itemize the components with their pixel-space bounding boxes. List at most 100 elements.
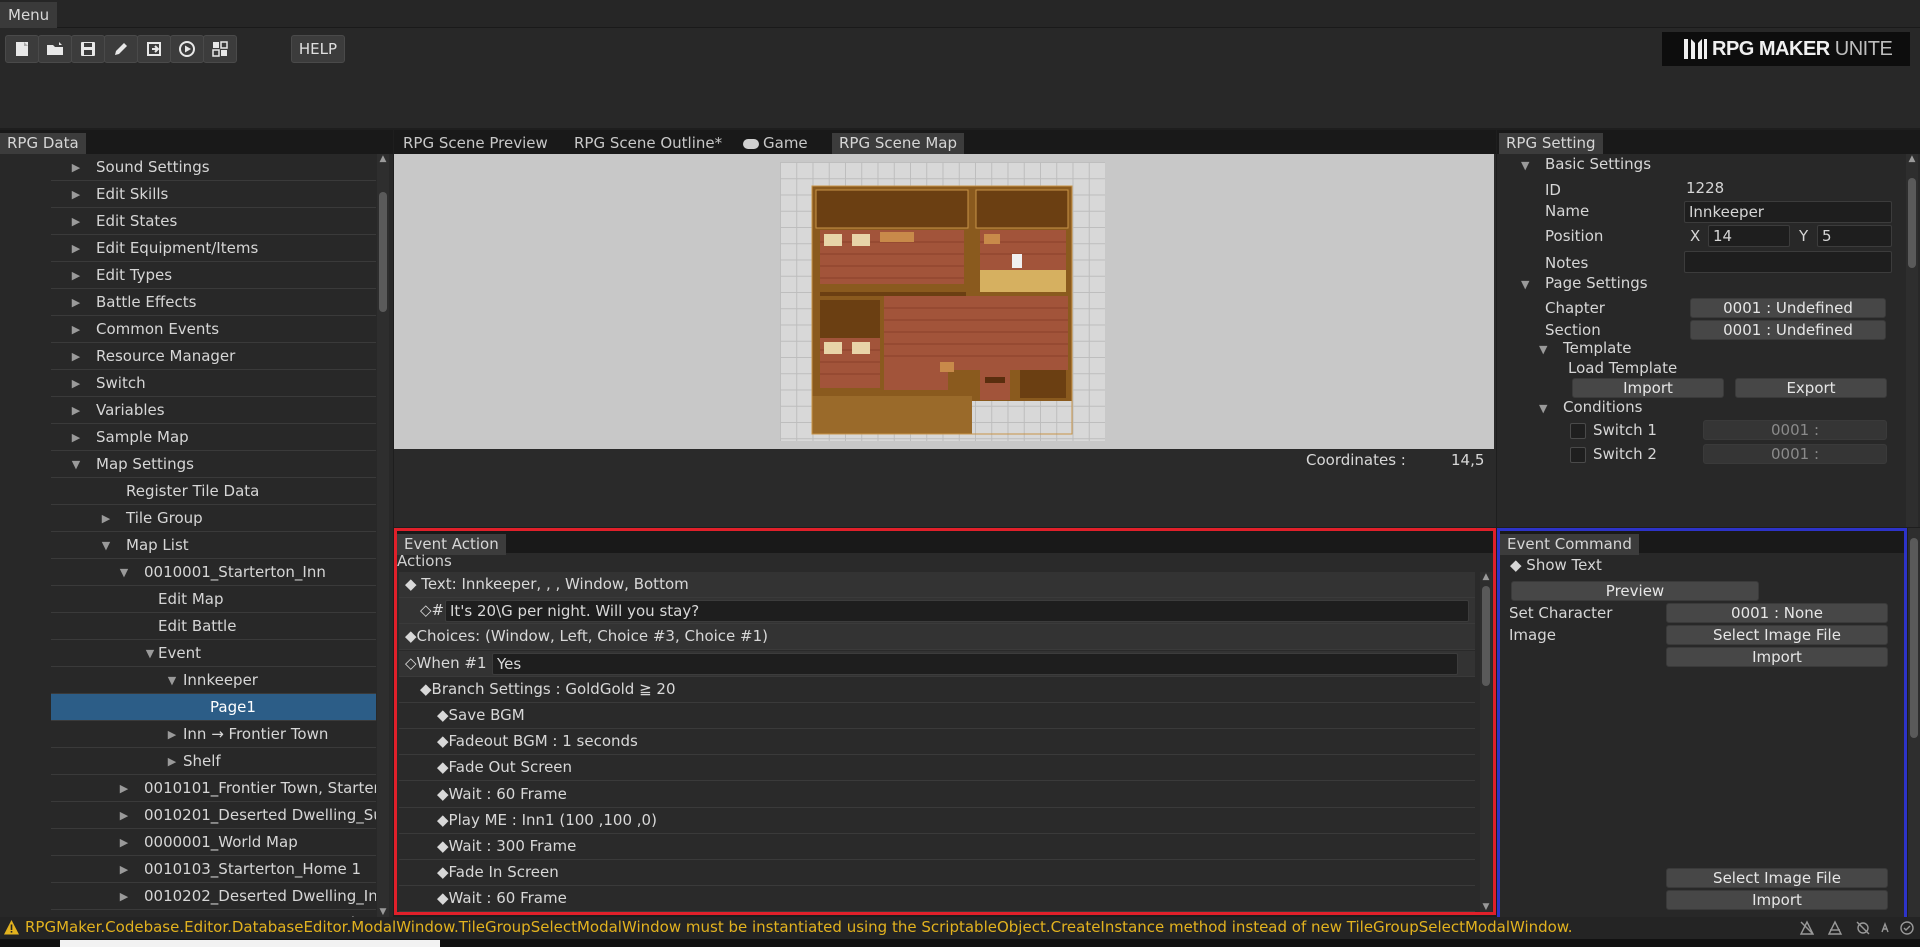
collapsed-arrow-icon[interactable]: ▶ xyxy=(69,289,83,315)
collapsed-arrow-icon[interactable]: ▶ xyxy=(69,235,83,261)
switch1-checkbox[interactable] xyxy=(1570,423,1586,439)
collapsed-arrow-icon[interactable]: ▶ xyxy=(117,775,131,801)
expanded-arrow-icon[interactable]: ▼ xyxy=(143,640,157,666)
scroll-down-arrow-icon[interactable]: ▼ xyxy=(377,907,389,917)
tree-item[interactable]: ▶ 0000001_World Map xyxy=(51,829,376,856)
collapsed-arrow-icon[interactable]: ▶ xyxy=(69,397,83,423)
action-row[interactable]: ◆Fade Out Screen xyxy=(399,755,1475,782)
tree-item[interactable]: ▶ Edit Equipment/Items xyxy=(51,235,376,262)
basic-settings-expand-icon[interactable]: ▼ xyxy=(1521,159,1529,172)
check-status-icon[interactable] xyxy=(1899,920,1915,936)
tree-item[interactable]: ▶ Shelf xyxy=(51,748,376,775)
collapsed-arrow-icon[interactable]: ▶ xyxy=(165,748,179,774)
action-row[interactable]: ◆Play ME : Inn1 (100 ,100 ,0) xyxy=(399,808,1475,834)
tree-item[interactable]: ▼ 0010001_Starterton_Inn xyxy=(51,559,376,586)
tab-rpg-scene-preview[interactable]: RPG Scene Preview xyxy=(396,133,555,154)
tree-item[interactable]: ▶ Battle Effects xyxy=(51,289,376,316)
scroll-up-arrow-icon[interactable]: ▲ xyxy=(377,154,389,164)
action-row[interactable]: ◆Choices: (Window, Left, Choice #3, Choi… xyxy=(399,624,1475,651)
tab-rpg-setting[interactable]: RPG Setting xyxy=(1499,133,1603,154)
debug-filter-icon[interactable] xyxy=(1855,920,1871,936)
position-y-field[interactable]: 5 xyxy=(1817,225,1892,247)
tab-rpg-scene-map[interactable]: RPG Scene Map xyxy=(832,133,965,154)
edit-button[interactable] xyxy=(104,35,138,63)
tree-item[interactable]: Page1 xyxy=(51,694,376,721)
collapsed-arrow-icon[interactable]: ▶ xyxy=(99,505,113,531)
warning-filter-icon[interactable] xyxy=(1827,920,1843,936)
open-button[interactable] xyxy=(38,35,72,63)
switch1-select[interactable]: 0001 : xyxy=(1703,420,1887,440)
command-scrollbar[interactable] xyxy=(1908,528,1920,920)
action-row[interactable]: ◆Wait : 60 Frame xyxy=(399,782,1475,808)
tree-item[interactable]: Edit Map xyxy=(51,586,376,613)
tab-game[interactable]: Game xyxy=(739,133,815,154)
collapsed-arrow-icon[interactable]: ▶ xyxy=(117,883,131,909)
tree-item[interactable]: ▶ Sample Map xyxy=(51,424,376,451)
collapsed-arrow-icon[interactable]: ▶ xyxy=(69,424,83,450)
collapsed-arrow-icon[interactable]: ▶ xyxy=(117,802,131,828)
tree-item[interactable]: Edit Battle xyxy=(51,613,376,640)
collapsed-arrow-icon[interactable]: ▶ xyxy=(69,208,83,234)
tree-item[interactable]: ▶ Edit States xyxy=(51,208,376,235)
action-row[interactable]: ◆Save BGM xyxy=(399,703,1475,729)
collapsed-arrow-icon[interactable]: ▶ xyxy=(117,856,131,882)
expanded-arrow-icon[interactable]: ▼ xyxy=(99,532,113,558)
tree-item[interactable]: ▶ Variables xyxy=(51,397,376,424)
action-text-field[interactable]: It's 20\G per night. Will you stay? xyxy=(445,600,1469,623)
tab-rpg-scene-outline[interactable]: RPG Scene Outline* xyxy=(567,133,729,154)
collapsed-arrow-icon[interactable]: ▶ xyxy=(69,343,83,369)
collapsed-arrow-icon[interactable]: ▶ xyxy=(165,721,179,747)
new-button[interactable] xyxy=(5,35,39,63)
tree-item[interactable]: ▶ 0010101_Frontier Town, Starterton xyxy=(51,775,376,802)
collapsed-arrow-icon[interactable]: ▶ xyxy=(69,262,83,288)
help-button[interactable]: HELP xyxy=(291,35,345,63)
action-scrollbar[interactable]: ▲ ▼ xyxy=(1480,572,1492,912)
action-row[interactable]: ◆Fade In Screen xyxy=(399,860,1475,887)
tree-item[interactable]: ▶ 0010102_Starterton_Item Shop xyxy=(51,910,376,917)
tab-rpg-data[interactable]: RPG Data xyxy=(0,133,86,154)
image-import-button[interactable]: Import xyxy=(1666,647,1888,667)
action-row[interactable]: ◇# It's 20\G per night. Will you stay? xyxy=(399,598,1475,625)
collapsed-arrow-icon[interactable]: ▶ xyxy=(117,910,131,917)
log-filter-icon[interactable] xyxy=(1879,920,1895,936)
tree-item[interactable]: ▶ Common Events xyxy=(51,316,376,343)
template-import-button[interactable]: Import xyxy=(1572,378,1724,398)
action-row[interactable]: ◆Fadeout BGM : 1 seconds xyxy=(399,729,1475,756)
layout-button[interactable] xyxy=(203,35,237,63)
collapsed-arrow-icon[interactable]: ▶ xyxy=(69,370,83,396)
warning-message[interactable]: RPGMaker.Codebase.Editor.DatabaseEditor.… xyxy=(25,918,1573,936)
template-expand-icon[interactable]: ▼ xyxy=(1539,343,1547,356)
tree-item[interactable]: ▼ Event xyxy=(51,640,376,667)
tree-item[interactable]: ▼ Map Settings xyxy=(51,451,376,478)
export-button[interactable] xyxy=(137,35,171,63)
image-import-button-2[interactable]: Import xyxy=(1666,890,1888,910)
expanded-arrow-icon[interactable]: ▼ xyxy=(69,451,83,477)
preview-button[interactable]: Preview xyxy=(1511,581,1759,601)
action-row[interactable]: ◆Wait : 60 Frame xyxy=(399,886,1475,912)
select-image-button-2[interactable]: Select Image File xyxy=(1666,868,1888,888)
setting-scroll-thumb[interactable] xyxy=(1908,178,1916,268)
conditions-header[interactable]: Conditions xyxy=(1563,398,1642,416)
tree-item[interactable]: ▶ 0010201_Deserted Dwelling_Surroundings xyxy=(51,802,376,829)
setting-scrollbar[interactable]: ▲ xyxy=(1906,154,1918,527)
command-scroll-thumb[interactable] xyxy=(1910,538,1918,738)
tree-item[interactable]: ▶ Edit Types xyxy=(51,262,376,289)
conditions-expand-icon[interactable]: ▼ xyxy=(1539,402,1547,415)
tree-item[interactable]: ▶ Tile Group xyxy=(51,505,376,532)
page-settings-expand-icon[interactable]: ▼ xyxy=(1521,278,1529,291)
action-text-field[interactable]: Yes xyxy=(492,652,1458,675)
scroll-up-arrow-icon[interactable]: ▲ xyxy=(1906,154,1918,164)
set-character-select[interactable]: 0001 : None xyxy=(1666,603,1888,623)
tree-item[interactable]: ▼ Innkeeper xyxy=(51,667,376,694)
tree-item[interactable]: ▶ Sound Settings xyxy=(51,154,376,181)
error-filter-icon[interactable] xyxy=(1799,920,1815,936)
expanded-arrow-icon[interactable]: ▼ xyxy=(165,667,179,693)
expanded-arrow-icon[interactable]: ▼ xyxy=(117,559,131,585)
position-x-field[interactable]: 14 xyxy=(1708,225,1790,247)
play-button[interactable] xyxy=(170,35,204,63)
switch2-select[interactable]: 0001 : xyxy=(1703,444,1887,464)
tree-item[interactable]: ▶ Inn → Frontier Town xyxy=(51,721,376,748)
tree-item[interactable]: ▼ Map List xyxy=(51,532,376,559)
tree-item[interactable]: ▶ 0010202_Deserted Dwelling_Inside xyxy=(51,883,376,910)
page-settings-header[interactable]: Page Settings xyxy=(1545,274,1648,292)
